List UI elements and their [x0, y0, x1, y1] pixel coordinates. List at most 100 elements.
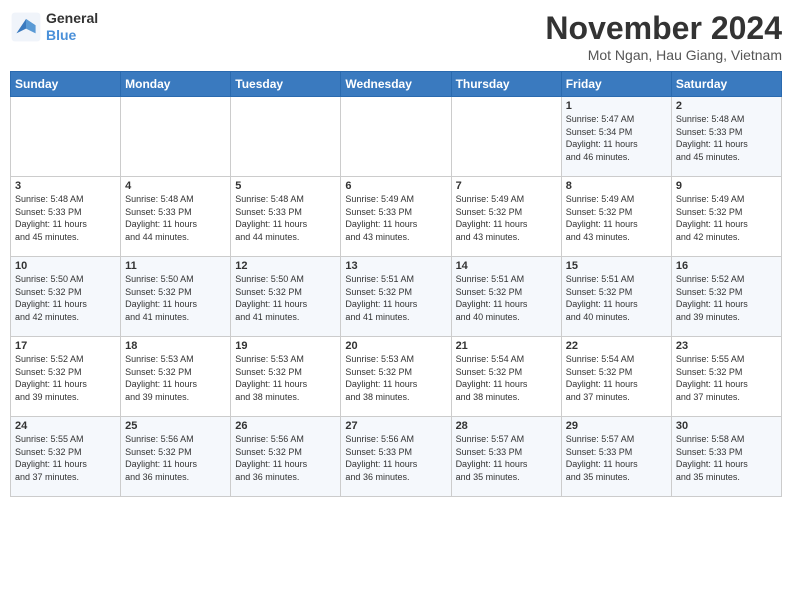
location-subtitle: Mot Ngan, Hau Giang, Vietnam	[545, 47, 782, 63]
day-number: 22	[566, 340, 667, 352]
calendar-cell	[341, 97, 451, 177]
day-info: Sunrise: 5:49 AM Sunset: 5:32 PM Dayligh…	[566, 193, 667, 243]
calendar-cell: 6Sunrise: 5:49 AM Sunset: 5:33 PM Daylig…	[341, 177, 451, 257]
calendar-cell: 11Sunrise: 5:50 AM Sunset: 5:32 PM Dayli…	[121, 257, 231, 337]
calendar-cell: 3Sunrise: 5:48 AM Sunset: 5:33 PM Daylig…	[11, 177, 121, 257]
logo-text: General Blue	[46, 10, 98, 44]
calendar-cell: 1Sunrise: 5:47 AM Sunset: 5:34 PM Daylig…	[561, 97, 671, 177]
day-info: Sunrise: 5:48 AM Sunset: 5:33 PM Dayligh…	[676, 113, 777, 163]
day-number: 10	[15, 260, 116, 272]
calendar-cell: 5Sunrise: 5:48 AM Sunset: 5:33 PM Daylig…	[231, 177, 341, 257]
calendar-week-row: 1Sunrise: 5:47 AM Sunset: 5:34 PM Daylig…	[11, 97, 782, 177]
calendar-cell	[451, 97, 561, 177]
day-info: Sunrise: 5:50 AM Sunset: 5:32 PM Dayligh…	[235, 273, 336, 323]
day-info: Sunrise: 5:58 AM Sunset: 5:33 PM Dayligh…	[676, 433, 777, 483]
day-number: 24	[15, 420, 116, 432]
calendar-cell: 21Sunrise: 5:54 AM Sunset: 5:32 PM Dayli…	[451, 337, 561, 417]
day-info: Sunrise: 5:51 AM Sunset: 5:32 PM Dayligh…	[566, 273, 667, 323]
day-number: 26	[235, 420, 336, 432]
day-info: Sunrise: 5:48 AM Sunset: 5:33 PM Dayligh…	[15, 193, 116, 243]
calendar-week-row: 24Sunrise: 5:55 AM Sunset: 5:32 PM Dayli…	[11, 417, 782, 497]
logo: General Blue	[10, 10, 98, 44]
day-info: Sunrise: 5:48 AM Sunset: 5:33 PM Dayligh…	[235, 193, 336, 243]
day-number: 3	[15, 180, 116, 192]
day-info: Sunrise: 5:53 AM Sunset: 5:32 PM Dayligh…	[235, 353, 336, 403]
calendar-cell: 26Sunrise: 5:56 AM Sunset: 5:32 PM Dayli…	[231, 417, 341, 497]
day-number: 15	[566, 260, 667, 272]
day-info: Sunrise: 5:53 AM Sunset: 5:32 PM Dayligh…	[345, 353, 446, 403]
day-info: Sunrise: 5:53 AM Sunset: 5:32 PM Dayligh…	[125, 353, 226, 403]
day-number: 6	[345, 180, 446, 192]
calendar-cell: 24Sunrise: 5:55 AM Sunset: 5:32 PM Dayli…	[11, 417, 121, 497]
day-info: Sunrise: 5:51 AM Sunset: 5:32 PM Dayligh…	[345, 273, 446, 323]
day-number: 19	[235, 340, 336, 352]
day-info: Sunrise: 5:49 AM Sunset: 5:32 PM Dayligh…	[676, 193, 777, 243]
day-number: 25	[125, 420, 226, 432]
weekday-header-row: SundayMondayTuesdayWednesdayThursdayFrid…	[11, 72, 782, 97]
calendar-cell: 2Sunrise: 5:48 AM Sunset: 5:33 PM Daylig…	[671, 97, 781, 177]
day-number: 21	[456, 340, 557, 352]
calendar-cell: 16Sunrise: 5:52 AM Sunset: 5:32 PM Dayli…	[671, 257, 781, 337]
day-number: 23	[676, 340, 777, 352]
calendar-cell: 9Sunrise: 5:49 AM Sunset: 5:32 PM Daylig…	[671, 177, 781, 257]
day-number: 8	[566, 180, 667, 192]
day-number: 9	[676, 180, 777, 192]
calendar-cell: 10Sunrise: 5:50 AM Sunset: 5:32 PM Dayli…	[11, 257, 121, 337]
calendar-week-row: 10Sunrise: 5:50 AM Sunset: 5:32 PM Dayli…	[11, 257, 782, 337]
day-info: Sunrise: 5:56 AM Sunset: 5:33 PM Dayligh…	[345, 433, 446, 483]
calendar-cell: 8Sunrise: 5:49 AM Sunset: 5:32 PM Daylig…	[561, 177, 671, 257]
page-header: General Blue November 2024 Mot Ngan, Hau…	[10, 10, 782, 63]
day-number: 29	[566, 420, 667, 432]
day-number: 13	[345, 260, 446, 272]
day-info: Sunrise: 5:57 AM Sunset: 5:33 PM Dayligh…	[456, 433, 557, 483]
day-info: Sunrise: 5:49 AM Sunset: 5:33 PM Dayligh…	[345, 193, 446, 243]
weekday-header-monday: Monday	[121, 72, 231, 97]
day-info: Sunrise: 5:52 AM Sunset: 5:32 PM Dayligh…	[676, 273, 777, 323]
day-number: 11	[125, 260, 226, 272]
calendar-cell: 27Sunrise: 5:56 AM Sunset: 5:33 PM Dayli…	[341, 417, 451, 497]
calendar-cell: 19Sunrise: 5:53 AM Sunset: 5:32 PM Dayli…	[231, 337, 341, 417]
day-info: Sunrise: 5:55 AM Sunset: 5:32 PM Dayligh…	[676, 353, 777, 403]
day-number: 5	[235, 180, 336, 192]
calendar-cell: 7Sunrise: 5:49 AM Sunset: 5:32 PM Daylig…	[451, 177, 561, 257]
calendar-cell: 23Sunrise: 5:55 AM Sunset: 5:32 PM Dayli…	[671, 337, 781, 417]
day-info: Sunrise: 5:50 AM Sunset: 5:32 PM Dayligh…	[15, 273, 116, 323]
weekday-header-wednesday: Wednesday	[341, 72, 451, 97]
logo-icon	[10, 11, 42, 43]
weekday-header-friday: Friday	[561, 72, 671, 97]
calendar-cell: 17Sunrise: 5:52 AM Sunset: 5:32 PM Dayli…	[11, 337, 121, 417]
day-number: 27	[345, 420, 446, 432]
day-number: 20	[345, 340, 446, 352]
day-info: Sunrise: 5:54 AM Sunset: 5:32 PM Dayligh…	[456, 353, 557, 403]
calendar-cell: 4Sunrise: 5:48 AM Sunset: 5:33 PM Daylig…	[121, 177, 231, 257]
calendar-week-row: 3Sunrise: 5:48 AM Sunset: 5:33 PM Daylig…	[11, 177, 782, 257]
calendar-cell: 25Sunrise: 5:56 AM Sunset: 5:32 PM Dayli…	[121, 417, 231, 497]
day-info: Sunrise: 5:52 AM Sunset: 5:32 PM Dayligh…	[15, 353, 116, 403]
calendar-cell: 28Sunrise: 5:57 AM Sunset: 5:33 PM Dayli…	[451, 417, 561, 497]
day-number: 30	[676, 420, 777, 432]
calendar-week-row: 17Sunrise: 5:52 AM Sunset: 5:32 PM Dayli…	[11, 337, 782, 417]
day-info: Sunrise: 5:55 AM Sunset: 5:32 PM Dayligh…	[15, 433, 116, 483]
title-block: November 2024 Mot Ngan, Hau Giang, Vietn…	[545, 10, 782, 63]
day-number: 18	[125, 340, 226, 352]
day-info: Sunrise: 5:47 AM Sunset: 5:34 PM Dayligh…	[566, 113, 667, 163]
day-info: Sunrise: 5:57 AM Sunset: 5:33 PM Dayligh…	[566, 433, 667, 483]
calendar-cell: 18Sunrise: 5:53 AM Sunset: 5:32 PM Dayli…	[121, 337, 231, 417]
day-info: Sunrise: 5:56 AM Sunset: 5:32 PM Dayligh…	[125, 433, 226, 483]
day-number: 7	[456, 180, 557, 192]
calendar-cell	[231, 97, 341, 177]
day-number: 28	[456, 420, 557, 432]
calendar-cell: 29Sunrise: 5:57 AM Sunset: 5:33 PM Dayli…	[561, 417, 671, 497]
day-info: Sunrise: 5:51 AM Sunset: 5:32 PM Dayligh…	[456, 273, 557, 323]
calendar-cell	[121, 97, 231, 177]
calendar-cell: 30Sunrise: 5:58 AM Sunset: 5:33 PM Dayli…	[671, 417, 781, 497]
calendar-cell	[11, 97, 121, 177]
day-info: Sunrise: 5:56 AM Sunset: 5:32 PM Dayligh…	[235, 433, 336, 483]
day-number: 1	[566, 100, 667, 112]
calendar-cell: 20Sunrise: 5:53 AM Sunset: 5:32 PM Dayli…	[341, 337, 451, 417]
day-info: Sunrise: 5:50 AM Sunset: 5:32 PM Dayligh…	[125, 273, 226, 323]
day-number: 14	[456, 260, 557, 272]
month-title: November 2024	[545, 10, 782, 47]
weekday-header-sunday: Sunday	[11, 72, 121, 97]
day-number: 16	[676, 260, 777, 272]
